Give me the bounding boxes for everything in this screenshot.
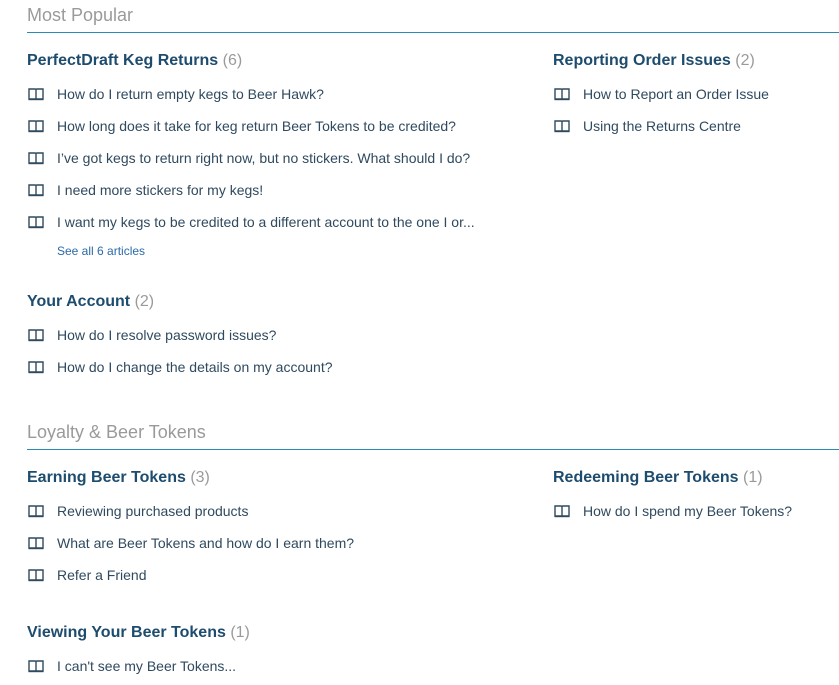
article-title[interactable]: I want my kegs to be credited to a diffe… <box>57 213 475 231</box>
article-list: How to Report an Order Issue Using the R… <box>553 85 769 135</box>
category-heading[interactable]: Earning Beer Tokens (3) <box>27 468 354 488</box>
article-link[interactable]: How to Report an Order Issue <box>553 85 769 103</box>
book-icon <box>28 152 44 165</box>
book-icon <box>554 120 570 133</box>
article-title[interactable]: How do I resolve password issues? <box>57 326 276 344</box>
book-icon <box>28 329 44 342</box>
category-name[interactable]: Your Account <box>27 293 130 310</box>
category-perfectdraft-keg-returns: PerfectDraft Keg Returns (6) How do I re… <box>27 51 475 259</box>
article-title[interactable]: How do I return empty kegs to Beer Hawk? <box>57 85 324 103</box>
article-list: How do I spend my Beer Tokens? <box>553 502 792 520</box>
article-link[interactable]: I need more stickers for my kegs! <box>27 181 475 199</box>
article-title[interactable]: What are Beer Tokens and how do I earn t… <box>57 534 354 552</box>
article-title[interactable]: How to Report an Order Issue <box>583 85 769 103</box>
article-title[interactable]: I’ve got kegs to return right now, but n… <box>57 149 470 167</box>
category-heading[interactable]: Redeeming Beer Tokens (1) <box>553 468 792 488</box>
article-list: Reviewing purchased products What are Be… <box>27 502 354 584</box>
section-loyalty-beer-tokens: Loyalty & Beer Tokens <box>27 421 839 450</box>
article-title[interactable]: How do I change the details on my accoun… <box>57 358 333 376</box>
category-earning-beer-tokens: Earning Beer Tokens (3) Reviewing purcha… <box>27 468 354 598</box>
article-link[interactable]: How do I spend my Beer Tokens? <box>553 502 792 520</box>
book-icon <box>554 505 570 518</box>
category-redeeming-beer-tokens: Redeeming Beer Tokens (1) How do I spend… <box>553 468 792 534</box>
article-link[interactable]: Reviewing purchased products <box>27 502 354 520</box>
article-link[interactable]: How do I return empty kegs to Beer Hawk? <box>27 85 475 103</box>
article-link[interactable]: Using the Returns Centre <box>553 117 769 135</box>
article-list: How do I resolve password issues? How do… <box>27 326 333 376</box>
book-icon <box>28 537 44 550</box>
category-count: (3) <box>190 469 210 486</box>
article-link[interactable]: I can't see my Beer Tokens... <box>27 657 250 675</box>
category-name[interactable]: Earning Beer Tokens <box>27 469 186 486</box>
category-heading[interactable]: Reporting Order Issues (2) <box>553 51 769 71</box>
category-heading[interactable]: PerfectDraft Keg Returns (6) <box>27 51 475 71</box>
category-count: (6) <box>222 52 243 69</box>
book-icon <box>28 184 44 197</box>
category-name[interactable]: Reporting Order Issues <box>553 52 731 69</box>
section-title: Loyalty & Beer Tokens <box>27 421 839 450</box>
category-heading[interactable]: Your Account (2) <box>27 292 333 312</box>
category-name[interactable]: Viewing Your Beer Tokens <box>27 624 226 641</box>
book-icon <box>28 505 44 518</box>
book-icon <box>28 216 44 229</box>
article-link[interactable]: How do I resolve password issues? <box>27 326 333 344</box>
article-list: How do I return empty kegs to Beer Hawk?… <box>27 85 475 231</box>
article-title[interactable]: How long does it take for keg return Bee… <box>57 117 456 135</box>
category-count: (2) <box>134 293 155 310</box>
category-viewing-your-beer-tokens: Viewing Your Beer Tokens (1) I can't see… <box>27 623 250 685</box>
section-most-popular: Most Popular <box>27 4 839 33</box>
category-heading[interactable]: Viewing Your Beer Tokens (1) <box>27 623 250 643</box>
article-link[interactable]: Refer a Friend <box>27 566 354 584</box>
book-icon <box>28 88 44 101</box>
article-title[interactable]: Reviewing purchased products <box>57 502 248 520</box>
category-name[interactable]: Redeeming Beer Tokens <box>553 469 739 486</box>
category-name[interactable]: PerfectDraft Keg Returns <box>27 52 218 69</box>
article-link[interactable]: I’ve got kegs to return right now, but n… <box>27 149 475 167</box>
article-title[interactable]: I can't see my Beer Tokens... <box>57 657 236 675</box>
category-your-account: Your Account (2) How do I resolve passwo… <box>27 292 333 390</box>
article-link[interactable]: I want my kegs to be credited to a diffe… <box>27 213 475 231</box>
category-reporting-order-issues: Reporting Order Issues (2) How to Report… <box>553 51 769 149</box>
category-count: (1) <box>230 624 250 641</box>
book-icon <box>28 120 44 133</box>
article-title[interactable]: How do I spend my Beer Tokens? <box>583 502 792 520</box>
article-title[interactable]: Using the Returns Centre <box>583 117 741 135</box>
article-link[interactable]: How do I change the details on my accoun… <box>27 358 333 376</box>
category-count: (2) <box>735 52 755 69</box>
category-count: (1) <box>743 469 763 486</box>
book-icon <box>28 569 44 582</box>
article-link[interactable]: How long does it take for keg return Bee… <box>27 117 475 135</box>
book-icon <box>28 361 44 374</box>
book-icon <box>554 88 570 101</box>
section-title: Most Popular <box>27 4 839 33</box>
knowledge-base-page: Most Popular PerfectDraft Keg Returns (6… <box>0 0 839 685</box>
article-title[interactable]: I need more stickers for my kegs! <box>57 181 263 199</box>
book-icon <box>28 660 44 673</box>
article-title[interactable]: Refer a Friend <box>57 566 146 584</box>
article-list: I can't see my Beer Tokens... <box>27 657 250 675</box>
article-link[interactable]: What are Beer Tokens and how do I earn t… <box>27 534 354 552</box>
see-all-articles-link[interactable]: See all 6 articles <box>57 243 475 259</box>
